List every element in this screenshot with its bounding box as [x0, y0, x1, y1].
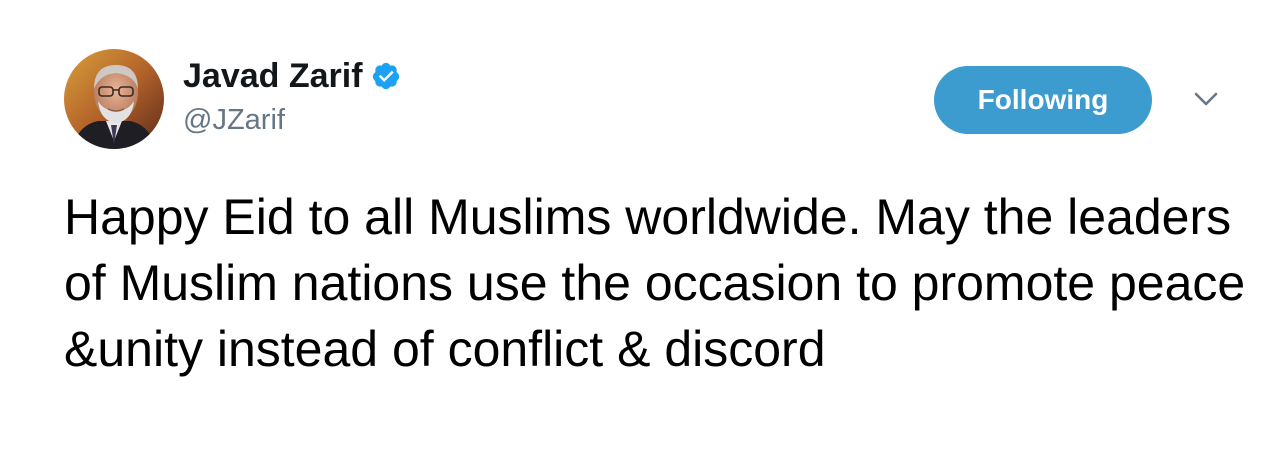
tweet-card: Javad Zarif @JZarif Following Happy Eid … — [0, 0, 1287, 461]
user-handle[interactable]: @JZarif — [183, 104, 285, 137]
chevron-down-icon[interactable] — [1191, 88, 1221, 110]
author-name-row: Javad Zarif — [183, 55, 401, 97]
display-name[interactable]: Javad Zarif — [183, 57, 363, 96]
verified-badge-icon — [371, 61, 401, 91]
avatar[interactable] — [64, 49, 164, 149]
profile-photo — [64, 49, 164, 149]
tweet-text: Happy Eid to all Muslims worldwide. May … — [64, 189, 1246, 377]
following-button[interactable]: Following — [934, 66, 1152, 134]
